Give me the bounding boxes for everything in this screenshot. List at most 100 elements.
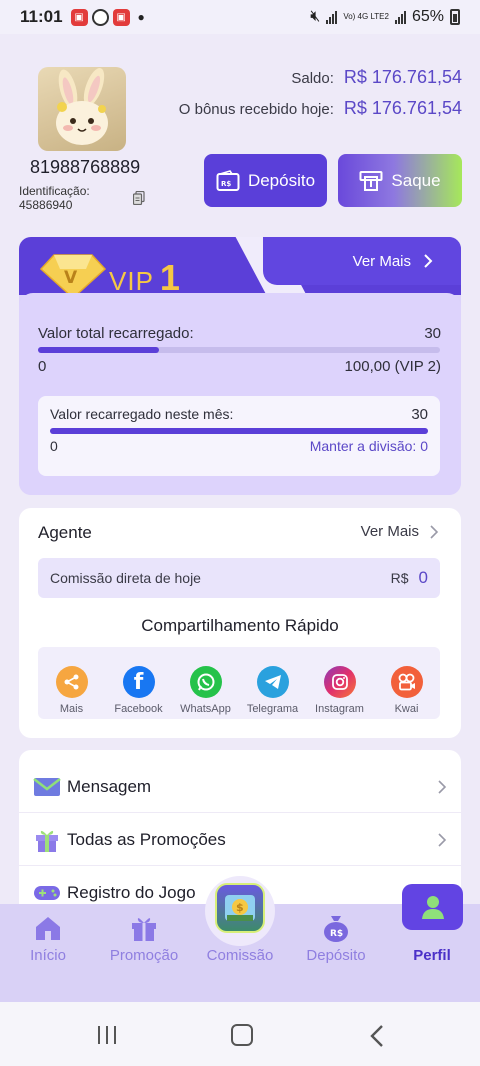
commission-value: 0	[418, 568, 428, 587]
svg-text:R$: R$	[221, 180, 231, 188]
agent-card: Agente Ver Mais Comissão direta de hoje …	[19, 508, 461, 738]
status-time: 11:01	[20, 7, 63, 26]
gift-icon	[127, 911, 161, 945]
mute-icon: 🔇︎	[310, 8, 321, 25]
whatsapp-icon	[189, 666, 222, 698]
commission-amount: R$ 0	[391, 568, 428, 588]
share-facebook-label: Facebook	[114, 703, 163, 715]
nav-deposit-label: Depósito	[306, 947, 366, 964]
menu-item-promotions[interactable]: Todas as Promoções	[19, 814, 461, 866]
bonus-label: O bônus recebido hoje:	[178, 101, 334, 118]
battery-percent: 65%	[411, 8, 444, 25]
total-recharge-progress	[38, 347, 440, 353]
deposit-wallet-icon: R$	[216, 169, 240, 191]
total-recharge-value: 30	[424, 325, 441, 342]
total-recharge-target: 100,00 (VIP 2)	[344, 358, 441, 375]
avatar[interactable]	[38, 67, 126, 151]
kwai-icon	[390, 666, 423, 698]
balance-value: R$ 176.761,54	[343, 67, 462, 87]
vip-more-label: Ver Mais	[352, 252, 411, 270]
copy-icon[interactable]	[133, 191, 145, 205]
agent-title: Agente	[38, 523, 92, 542]
total-recharge-progress-fill	[38, 347, 159, 353]
commission-label: Comissão direta de hoje	[50, 570, 201, 586]
bonus-row: O bônus recebido hoje: R$ 176.761,54	[179, 98, 462, 119]
nav-deposit[interactable]: R$ Depósito	[288, 904, 384, 1002]
facebook-icon: f	[122, 666, 155, 698]
commission-today-box: Comissão direta de hoje R$ 0	[38, 558, 440, 598]
nav-profile[interactable]: Perfil	[384, 904, 480, 1002]
chevron-right-icon	[424, 254, 433, 268]
nav-promotion[interactable]: Promoção	[96, 904, 192, 1002]
share-more[interactable]: Mais	[40, 666, 104, 715]
month-recharge-box: Valor recarregado neste mês: 30 0 Manter…	[38, 396, 440, 476]
balance-label: Saldo:	[291, 70, 334, 87]
svg-text:R$: R$	[330, 929, 343, 939]
menu-item-label: Todas as Promoções	[67, 829, 226, 849]
chevron-right-icon	[430, 524, 439, 539]
total-recharge-label: Valor total recarregado:	[38, 325, 194, 342]
nav-commission-label: Comissão	[206, 947, 274, 964]
share-more-label: Mais	[59, 703, 84, 715]
deposit-label: Depósito	[247, 170, 316, 190]
vip-card: Ver Mais V VIP 1 Valor total recarregado…	[19, 237, 461, 495]
envelope-icon	[33, 775, 61, 799]
agent-more-label: Ver Mais	[360, 523, 419, 540]
share-icon	[55, 666, 88, 698]
share-instagram-label: Instagram	[315, 703, 364, 715]
chevron-right-icon	[438, 832, 447, 847]
withdraw-atm-icon	[359, 170, 383, 191]
share-kwai[interactable]: Kwai	[375, 666, 439, 715]
share-telegram[interactable]: Telegrama	[241, 666, 305, 715]
quick-share-list: Mais f Facebook WhatsApp Telegrama Insta…	[38, 647, 440, 719]
menu-item-messages[interactable]: Mensagem	[19, 761, 461, 813]
system-nav-bar	[0, 1002, 480, 1066]
messenger-icon	[91, 8, 109, 26]
month-recharge-label: Valor recarregado neste mês:	[50, 406, 234, 422]
chevron-right-icon	[438, 779, 447, 794]
app-notification-icon: ▣	[70, 8, 88, 26]
telegram-icon	[256, 666, 289, 698]
withdraw-button[interactable]: Saque	[338, 154, 462, 207]
instagram-icon	[323, 666, 356, 698]
home-button[interactable]	[231, 1024, 253, 1046]
svg-text:$: $	[236, 901, 244, 914]
user-phone: 81988768889	[30, 157, 141, 177]
network-type: Vo) 4G LTE2	[343, 12, 389, 21]
share-telegram-label: Telegrama	[246, 703, 299, 715]
total-recharge-min: 0	[38, 358, 47, 375]
battery-icon	[450, 9, 460, 25]
month-recharge-min: 0	[50, 438, 58, 454]
agent-more-button[interactable]: Ver Mais	[361, 523, 439, 540]
signal-icon	[326, 10, 338, 24]
money-bag-icon: R$	[319, 911, 353, 945]
commission-currency: R$	[390, 570, 409, 586]
share-instagram[interactable]: Instagram	[308, 666, 372, 715]
app-notification-icon-2: ▣	[112, 8, 130, 26]
menu-item-label: Registro do Jogo	[67, 883, 196, 902]
month-recharge-progress-fill	[50, 428, 428, 434]
menu-item-label: Mensagem	[67, 776, 152, 796]
keep-tier-text: Manter a divisão: 0	[309, 438, 428, 454]
share-facebook[interactable]: f Facebook	[107, 666, 171, 715]
back-button[interactable]	[370, 1024, 384, 1048]
recent-apps-button[interactable]	[98, 1026, 116, 1044]
vip-more-button[interactable]: Ver Mais	[263, 237, 461, 285]
share-whatsapp-label: WhatsApp	[180, 703, 231, 715]
share-kwai-label: Kwai	[394, 703, 419, 715]
nav-profile-label: Perfil	[413, 947, 451, 964]
user-id-label: Identificação:	[19, 184, 90, 198]
svg-text:V: V	[64, 268, 78, 288]
deposit-button[interactable]: R$ Depósito	[204, 154, 327, 207]
nav-home[interactable]: Início	[0, 904, 96, 1002]
month-recharge-value: 30	[411, 406, 428, 423]
gamepad-icon	[33, 881, 61, 905]
commission-center-icon[interactable]: $	[215, 883, 265, 933]
quick-share-title: Compartilhamento Rápido	[141, 616, 339, 635]
share-whatsapp[interactable]: WhatsApp	[174, 666, 238, 715]
user-id-value: 45886940	[19, 198, 73, 212]
month-recharge-progress	[50, 428, 428, 434]
gift-icon	[33, 828, 61, 852]
more-notifications-dot: ●	[137, 10, 145, 24]
signal-icon-2	[394, 10, 406, 24]
